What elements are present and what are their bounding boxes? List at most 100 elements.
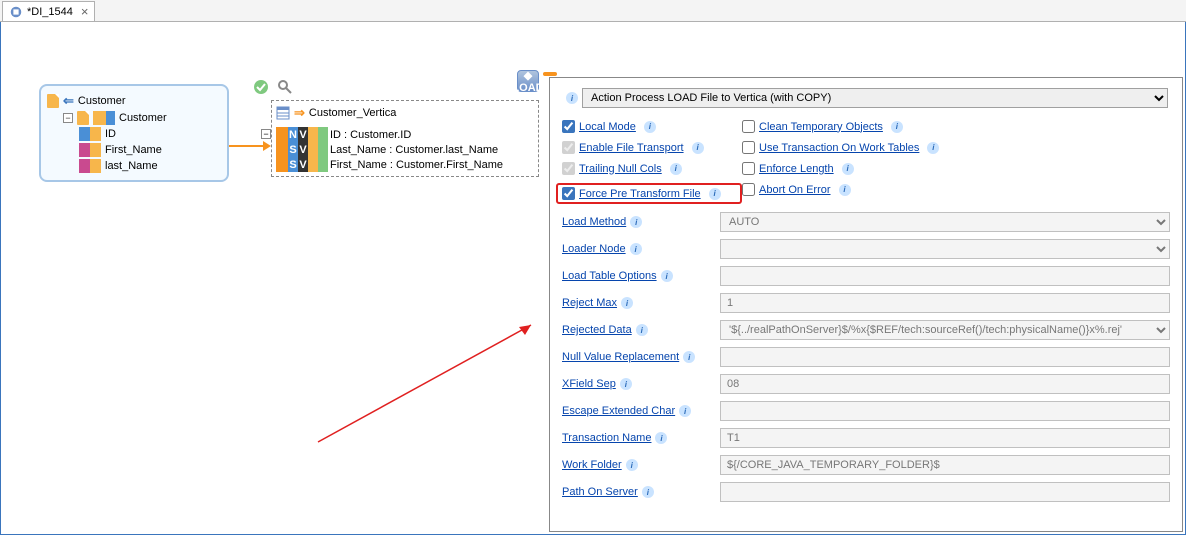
property-input[interactable]	[720, 239, 1170, 259]
expand-toggle[interactable]: −	[261, 129, 271, 139]
info-icon[interactable]: i	[670, 163, 682, 175]
property-label[interactable]: Path On Server	[562, 486, 638, 498]
mapping-row[interactable]: SV Last_Name : Customer.last_Name	[276, 142, 538, 157]
check-option[interactable]: Local Mode i	[562, 120, 742, 133]
tab-title: *DI_1544	[27, 6, 73, 18]
table-icon	[276, 106, 290, 120]
info-icon[interactable]: i	[692, 142, 704, 154]
property-input[interactable]	[720, 482, 1170, 502]
page-icon	[47, 94, 59, 108]
info-icon[interactable]: i	[839, 184, 851, 196]
property-input[interactable]	[720, 266, 1170, 286]
info-icon[interactable]: i	[709, 188, 721, 200]
info-icon[interactable]: i	[644, 121, 656, 133]
field-row[interactable]: last_Name	[79, 158, 221, 174]
mapping-row[interactable]: NV ID : Customer.ID	[276, 127, 538, 142]
info-icon[interactable]: i	[620, 378, 632, 390]
property-row: Null Value Replacement i	[562, 347, 1170, 367]
property-label[interactable]: Loader Node	[562, 243, 626, 255]
check-option[interactable]: Enforce Length i	[742, 162, 1170, 175]
property-label[interactable]: Escape Extended Char	[562, 405, 675, 417]
info-icon[interactable]: i	[683, 351, 695, 363]
property-label[interactable]: Load Table Options	[562, 270, 657, 282]
editor-canvas[interactable]: ⇐ Customer − Customer ID First_Name last…	[0, 22, 1186, 535]
property-label[interactable]: Null Value Replacement	[562, 351, 679, 363]
property-input[interactable]	[720, 428, 1170, 448]
checkbox[interactable]	[562, 162, 575, 175]
field-row[interactable]: ID	[79, 126, 221, 142]
check-option[interactable]: Trailing Null Cols i	[562, 162, 742, 175]
check-label[interactable]: Clean Temporary Objects	[759, 121, 883, 133]
info-icon[interactable]: i	[636, 324, 648, 336]
search-icon[interactable]	[277, 79, 293, 95]
checkbox[interactable]	[562, 141, 575, 154]
action-select[interactable]: Action Process LOAD File to Vertica (wit…	[582, 88, 1168, 108]
info-icon[interactable]: i	[679, 405, 691, 417]
target-box-vertica[interactable]: − ⇒ Customer_Vertica NV ID : Customer.ID…	[271, 100, 539, 177]
check-option[interactable]: Clean Temporary Objects i	[742, 120, 1170, 133]
check-option[interactable]: Abort On Error i	[742, 183, 1170, 196]
target-title: Customer_Vertica	[309, 107, 396, 119]
svg-text:S: S	[289, 144, 296, 156]
info-icon[interactable]: i	[621, 297, 633, 309]
field-label: last_Name	[105, 160, 158, 172]
annotation-arrow	[313, 317, 543, 447]
property-input[interactable]	[720, 374, 1170, 394]
checkbox[interactable]	[562, 187, 575, 200]
mapping-row[interactable]: SV First_Name : Customer.First_Name	[276, 157, 538, 172]
property-input[interactable]: '${../realPathOnServer}$/%x{$REF/tech:so…	[720, 320, 1170, 340]
property-label[interactable]: Rejected Data	[562, 324, 632, 336]
checkbox[interactable]	[742, 141, 755, 154]
property-label[interactable]: Transaction Name	[562, 432, 651, 444]
svg-text:S: S	[289, 159, 296, 171]
check-option[interactable]: Enable File Transport i	[562, 141, 742, 154]
target-header[interactable]: ⇒ Customer_Vertica	[272, 101, 538, 125]
property-input[interactable]: AUTO	[720, 212, 1170, 232]
source-header[interactable]: ⇐ Customer	[47, 92, 221, 110]
source-title: Customer	[78, 95, 126, 107]
info-icon[interactable]: i	[642, 486, 654, 498]
info-icon[interactable]: i	[655, 432, 667, 444]
property-input[interactable]	[720, 401, 1170, 421]
info-icon[interactable]: i	[626, 459, 638, 471]
nested-title: Customer	[119, 112, 167, 124]
property-label[interactable]: Reject Max	[562, 297, 617, 309]
info-icon[interactable]: i	[661, 270, 673, 282]
property-label[interactable]: XField Sep	[562, 378, 616, 390]
check-option[interactable]: Force Pre Transform File i	[556, 183, 742, 204]
info-icon[interactable]: i	[630, 216, 642, 228]
source-box-customer[interactable]: ⇐ Customer − Customer ID First_Name last…	[39, 84, 229, 182]
info-icon[interactable]: i	[842, 163, 854, 175]
editor-tab[interactable]: *DI_1544 ×	[2, 1, 95, 21]
check-label[interactable]: Force Pre Transform File	[579, 188, 701, 200]
info-icon[interactable]: i	[630, 243, 642, 255]
field-string-icon	[79, 159, 101, 173]
property-label[interactable]: Load Method	[562, 216, 626, 228]
property-label[interactable]: Work Folder	[562, 459, 622, 471]
info-icon[interactable]: i	[927, 142, 939, 154]
check-label[interactable]: Trailing Null Cols	[579, 163, 662, 175]
checkbox[interactable]	[742, 183, 755, 196]
checkbox[interactable]	[742, 120, 755, 133]
source-nested[interactable]: − Customer	[63, 110, 221, 126]
load-icon: ◆LOAD	[517, 70, 539, 92]
check-label[interactable]: Enable File Transport	[579, 142, 684, 154]
property-input[interactable]	[720, 347, 1170, 367]
expand-toggle[interactable]: −	[63, 113, 73, 123]
field-row[interactable]: First_Name	[79, 142, 221, 158]
property-input[interactable]	[720, 455, 1170, 475]
checkbox[interactable]	[742, 162, 755, 175]
check-label[interactable]: Local Mode	[579, 121, 636, 133]
check-ok-icon[interactable]	[253, 79, 269, 95]
mapping-text: First_Name : Customer.First_Name	[330, 159, 503, 171]
check-option[interactable]: Use Transaction On Work Tables i	[742, 141, 1170, 154]
close-icon[interactable]: ×	[77, 4, 89, 19]
checkbox[interactable]	[562, 120, 575, 133]
info-icon[interactable]: i	[891, 121, 903, 133]
check-label[interactable]: Abort On Error	[759, 184, 831, 196]
info-icon[interactable]: i	[566, 92, 578, 104]
property-input[interactable]	[720, 293, 1170, 313]
check-label[interactable]: Enforce Length	[759, 163, 834, 175]
field-label: ID	[105, 128, 116, 140]
check-label[interactable]: Use Transaction On Work Tables	[759, 142, 919, 154]
